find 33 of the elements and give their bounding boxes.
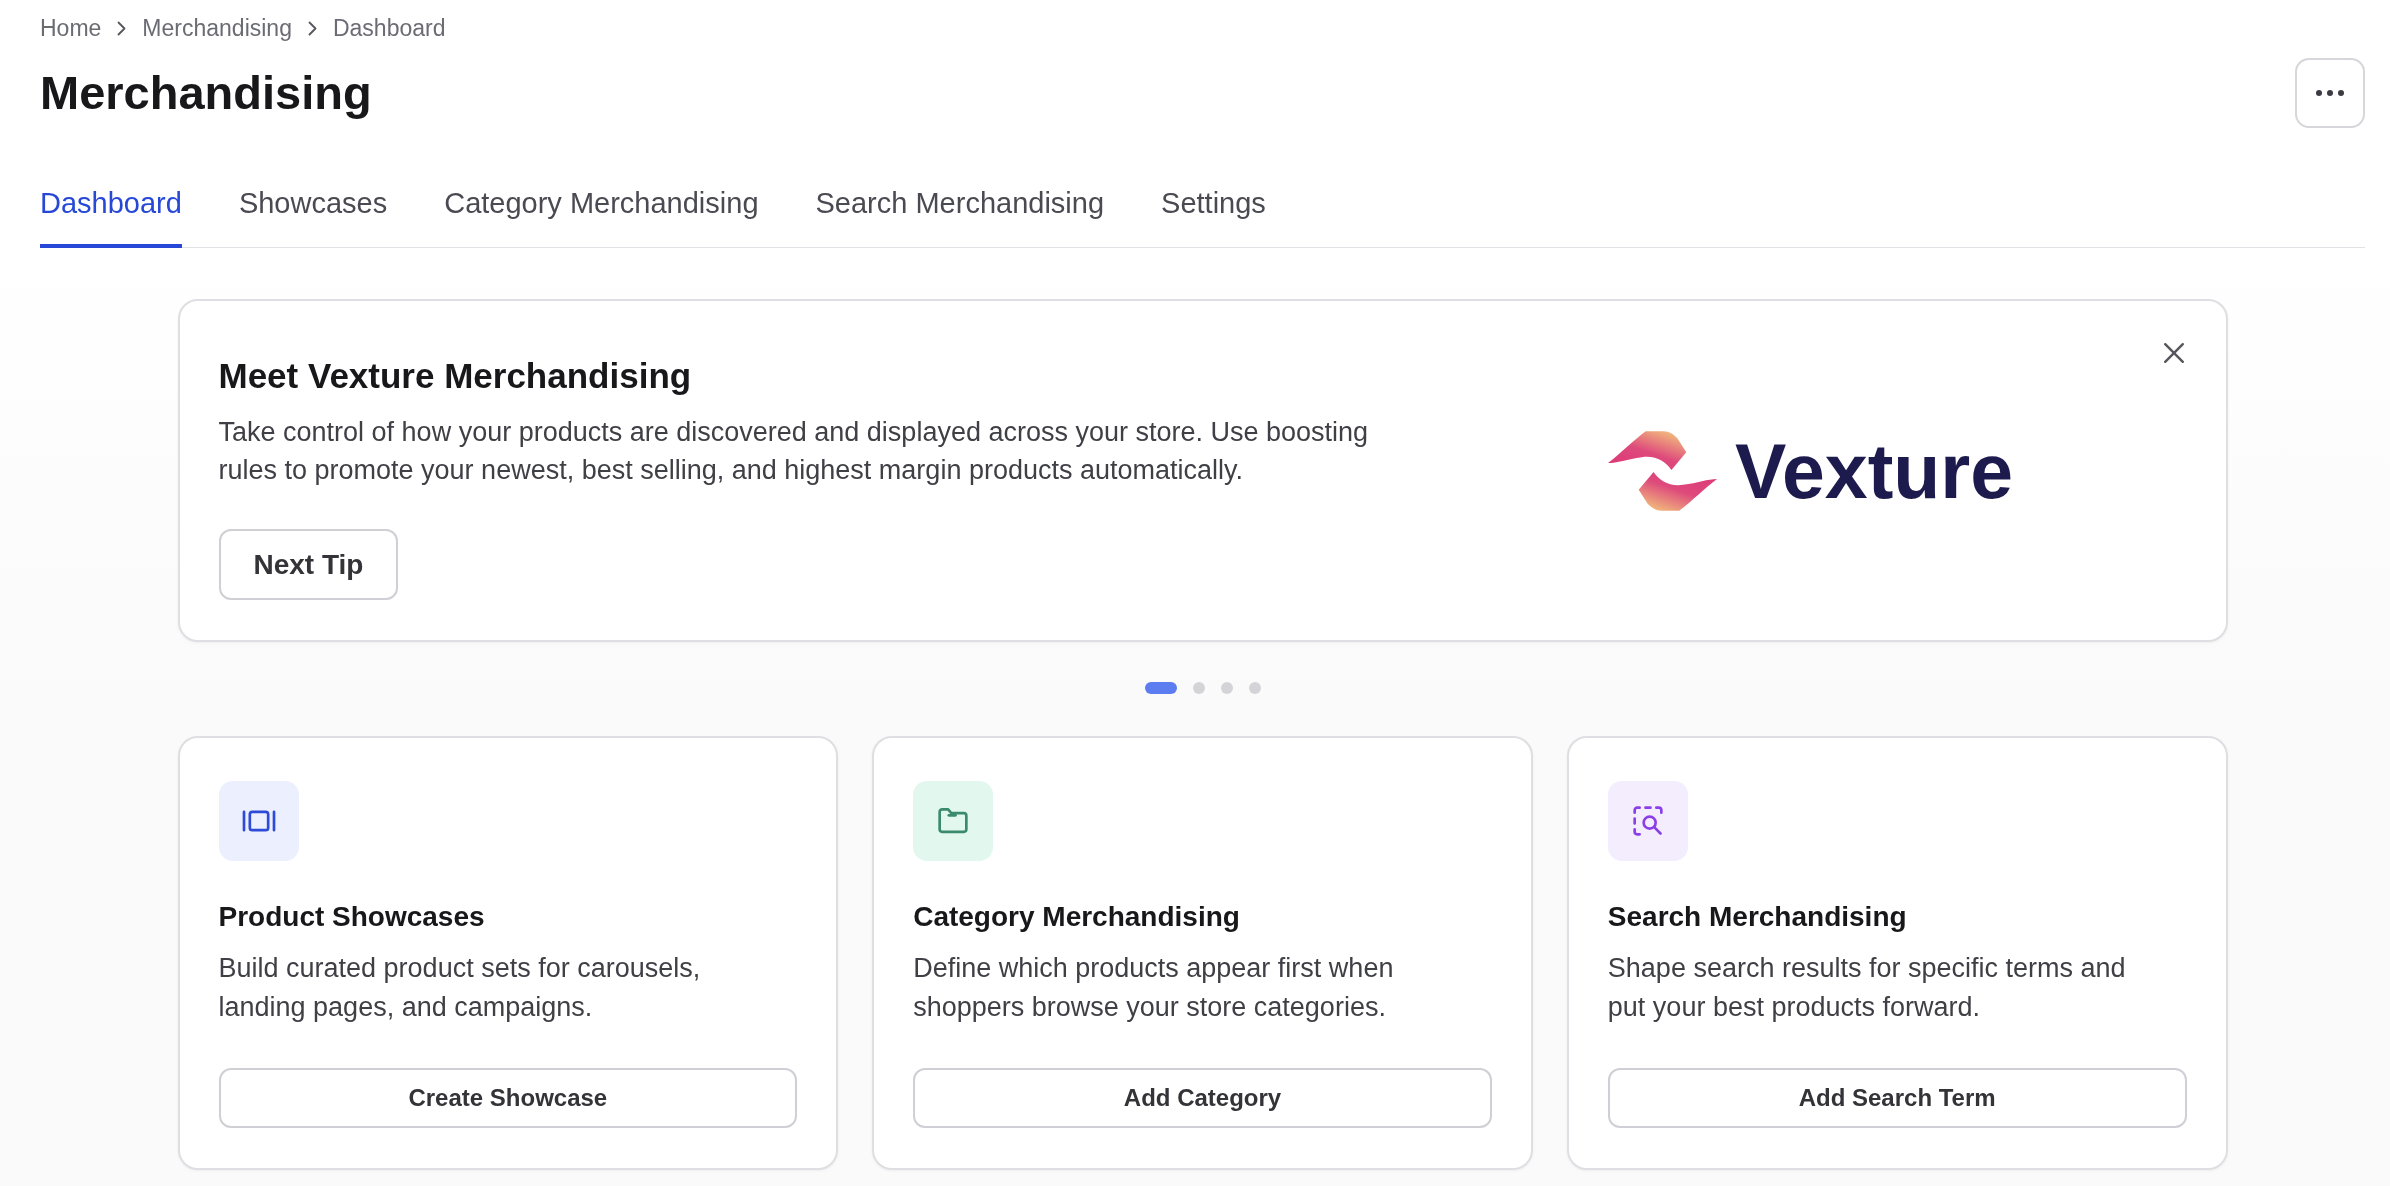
card-title: Category Merchandising (913, 900, 1240, 934)
breadcrumb-link[interactable]: Dashboard (332, 14, 446, 42)
banner-title: Meet Vexture Merchandising (218, 355, 693, 397)
page-title: Merchandising (40, 65, 372, 121)
card-action-button[interactable]: Create Showcase (218, 1068, 798, 1128)
tab[interactable]: Settings (1161, 168, 1266, 248)
search-icon (1607, 781, 1688, 861)
next-tip-button[interactable]: Next Tip (218, 529, 399, 600)
slide-dot-icon[interactable] (1220, 682, 1233, 694)
chevron-right-icon (117, 20, 127, 36)
card-action-button[interactable]: Add Category (913, 1068, 1492, 1128)
card-action-button[interactable]: Add Search Term (1607, 1068, 2187, 1128)
logo-wordmark: Vexture (1734, 427, 2014, 515)
more-button[interactable] (2295, 58, 2365, 128)
slide-dot-icon[interactable] (1248, 682, 1261, 694)
logo-icon (1607, 430, 1717, 512)
tab[interactable]: Showcases (238, 168, 388, 248)
tab[interactable]: Category Merchandising (444, 168, 759, 248)
slide-dot-icon[interactable] (1192, 682, 1205, 694)
card-description: Shape search results for specific terms and put your best products forward. (1607, 952, 2127, 1024)
breadcrumb-link[interactable]: Merchandising (142, 14, 292, 42)
chevron-right-icon (307, 20, 317, 36)
card-title: Product Showcases (218, 900, 485, 934)
banner-description: Take control of how your products are discovered and displayed across your store. Use boosting rules to promote your newest, best selling, and highest margin products automatically. (218, 416, 1370, 487)
carousel-icon (218, 781, 299, 861)
folder-icon (913, 781, 994, 861)
card-title: Search Merchandising (1607, 900, 1907, 934)
card-description: Build curated product sets for carousels, landing pages, and campaigns. (218, 952, 702, 1024)
close-icon[interactable] (2162, 342, 2185, 364)
card-description: Define which products appear first when shoppers browse your store categories. (913, 952, 1395, 1024)
more-icon (2316, 90, 2344, 96)
breadcrumb-link[interactable]: Home (40, 14, 102, 42)
tab[interactable]: Search Merchandising (815, 168, 1105, 248)
